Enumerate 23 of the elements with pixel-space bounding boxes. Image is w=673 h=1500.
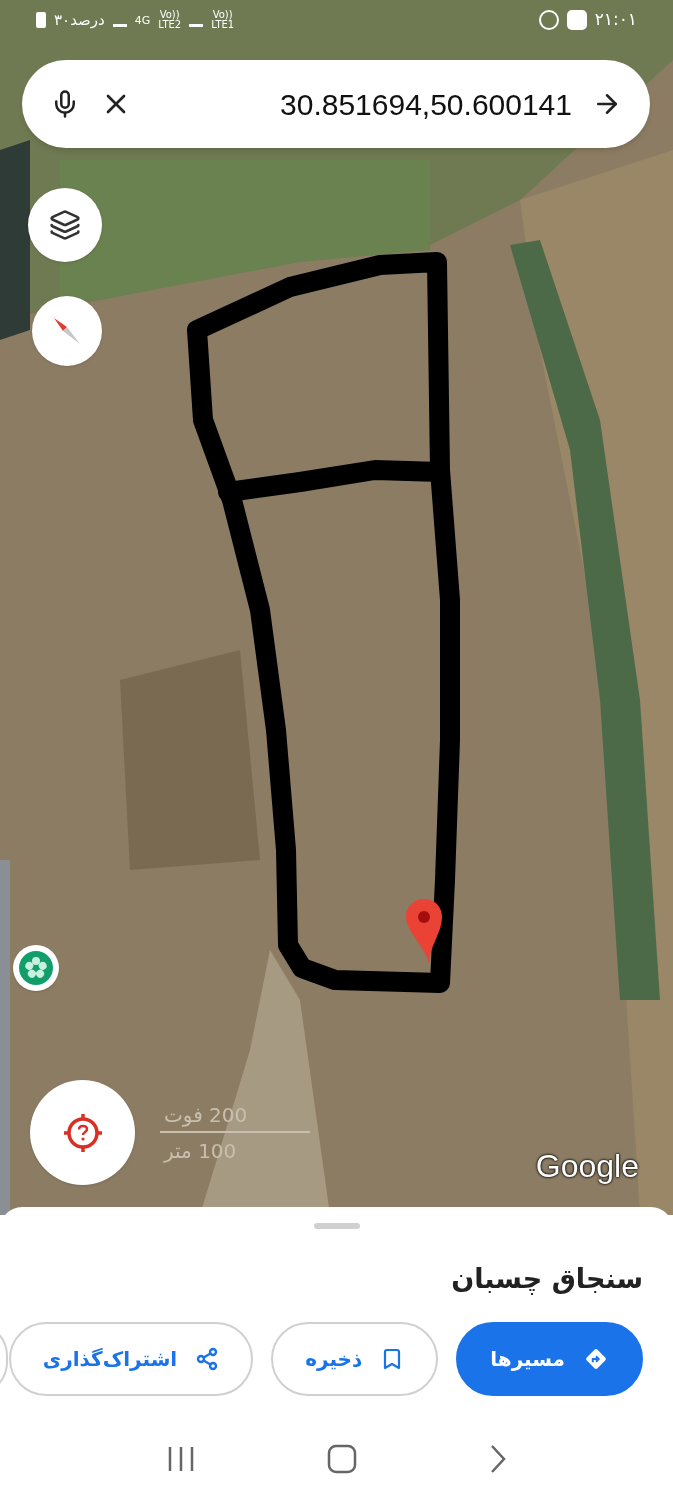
map-pin-icon[interactable] bbox=[403, 897, 445, 965]
lte-label: LTE2 bbox=[158, 20, 182, 30]
battery-icon bbox=[36, 12, 46, 28]
scale-label: 200 فوت bbox=[163, 1105, 248, 1129]
place-title: سنجاق چسبان bbox=[451, 1262, 643, 1297]
lte-label: LTE1 bbox=[211, 20, 235, 30]
layers-icon bbox=[49, 209, 81, 241]
home-icon[interactable] bbox=[326, 1444, 357, 1474]
chat-icon bbox=[538, 10, 559, 30]
network-type: 4G bbox=[134, 14, 151, 26]
volte-label: Vo)) bbox=[159, 10, 180, 20]
battery-percent: ۳۰درصد bbox=[54, 9, 105, 31]
action-chip[interactable]: مسیرها bbox=[456, 1321, 643, 1396]
action-chip[interactable]: ذخیره bbox=[271, 1321, 439, 1396]
volte-label: Vo)) bbox=[212, 10, 233, 20]
location-question-icon bbox=[61, 1111, 104, 1154]
action-chip[interactable]: اشتراک‌گذاری bbox=[8, 1321, 254, 1396]
share-icon bbox=[195, 1346, 220, 1371]
search-field[interactable]: 30.851694,50.600141 bbox=[22, 60, 650, 148]
clock-time: ۲۱:۰۱ bbox=[594, 8, 637, 32]
map-logo: Google bbox=[535, 1147, 639, 1186]
scale-label: 100 متر bbox=[162, 1138, 237, 1161]
drag-handle[interactable] bbox=[313, 1223, 360, 1229]
